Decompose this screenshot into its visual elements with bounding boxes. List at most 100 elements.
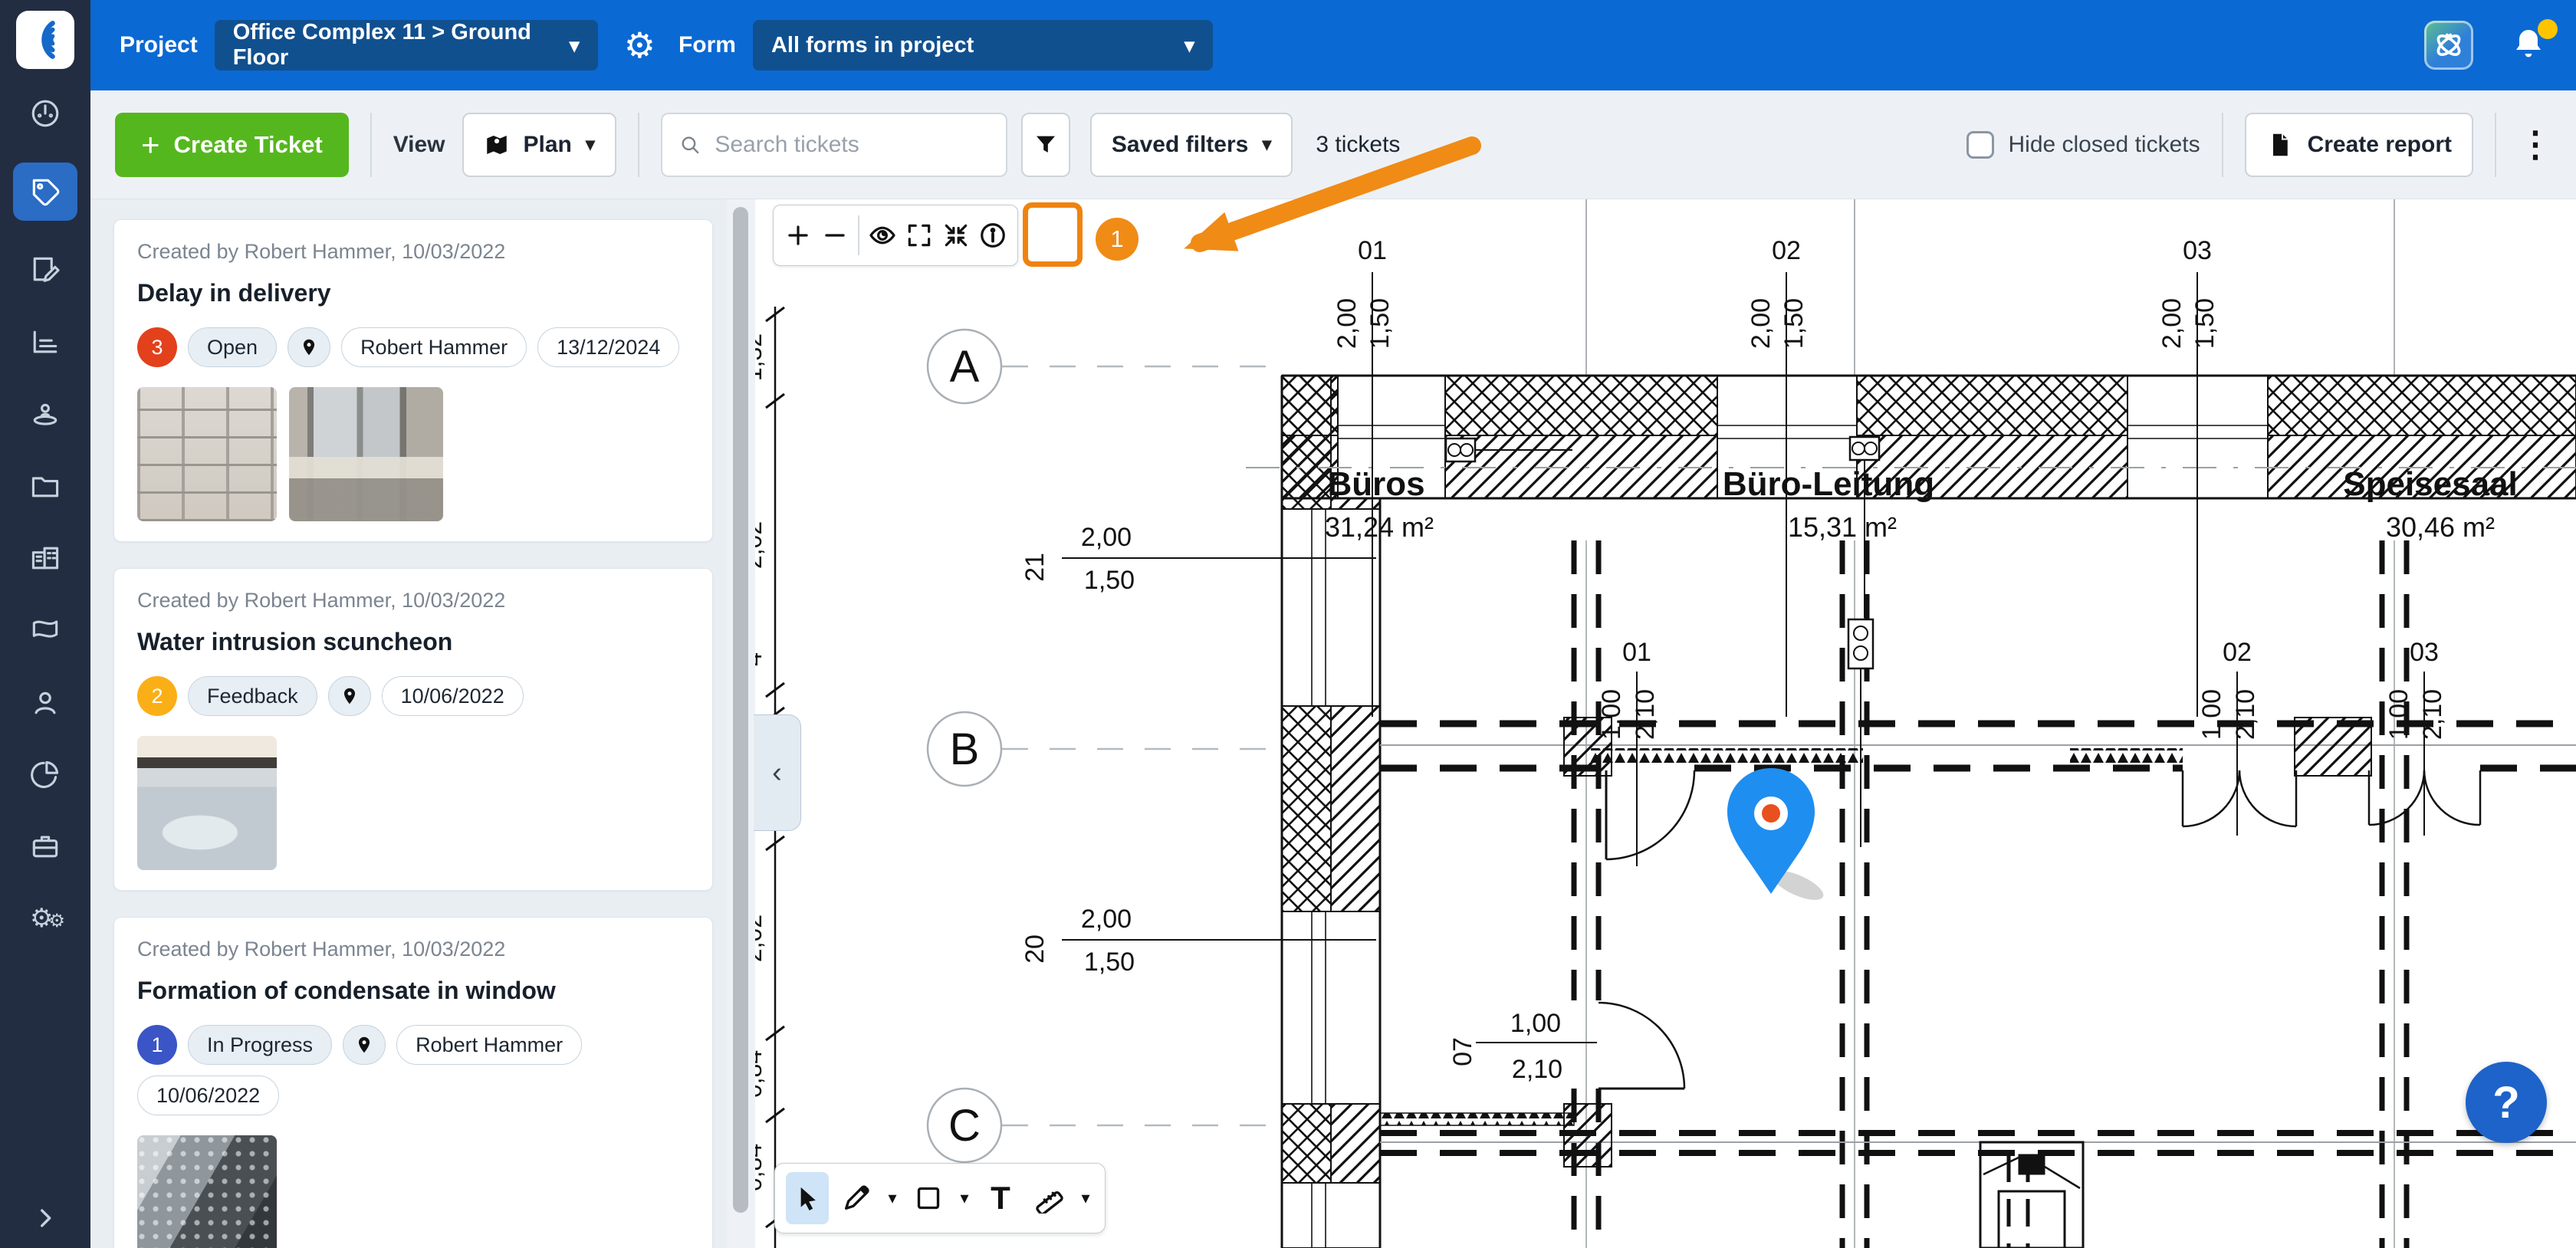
view-selector[interactable]: Plan ▾ (462, 113, 616, 177)
sidebar-item-settings[interactable]: ⚙⚙ (13, 895, 77, 941)
ticket-title: Formation of condensate in window (137, 977, 689, 1005)
saved-filters-button[interactable]: Saved filters ▾ (1090, 113, 1293, 177)
help-button[interactable]: ? (2466, 1062, 2547, 1143)
divider (370, 113, 372, 177)
hide-closed-toggle[interactable]: Hide closed tickets (1967, 131, 2200, 159)
sidebar-item-dashboard[interactable] (13, 90, 77, 136)
door-label: 03 (2410, 638, 2439, 667)
ticket-list-panel: Created by Robert Hammer, 10/03/2022 Del… (90, 199, 727, 1248)
dim-chain-label: 0,84 (755, 1144, 767, 1191)
create-report-button[interactable]: PDF Create report (2245, 113, 2473, 177)
project-selector[interactable]: Office Complex 11 > Ground Floor ▾ (215, 20, 598, 71)
ticket-card[interactable]: Created by Robert Hammer, 10/03/2022 Wat… (113, 568, 713, 891)
folder-icon (28, 469, 62, 503)
chevron-down-icon: ▾ (1184, 34, 1194, 57)
plan-info-button[interactable] (974, 210, 1011, 261)
sidebar-expand-button[interactable] (0, 1205, 90, 1231)
fullscreen-button[interactable] (901, 210, 938, 261)
filter-button[interactable] (1021, 113, 1070, 177)
measure-tool-button[interactable] (1028, 1172, 1071, 1224)
room-area: 31,24 m² (1325, 511, 1434, 543)
ticket-created: Created by Robert Hammer, 10/03/2022 (137, 589, 689, 613)
fit-to-screen-button[interactable] (938, 210, 974, 261)
sidebar-item-flags[interactable] (13, 607, 77, 653)
sidebar-item-reports[interactable] (13, 751, 77, 797)
window-dim: 1,50 (1779, 298, 1809, 349)
minus-icon (820, 221, 849, 250)
visibility-button[interactable] (864, 210, 901, 261)
sidebar: ⚙⚙ (0, 0, 90, 1248)
plan-connect-button[interactable] (2424, 21, 2473, 70)
ticket-badges: 1 In Progress Robert Hammer (137, 1025, 689, 1065)
photo-thumbnail-brick-wall[interactable] (137, 387, 277, 521)
project-settings-gear-icon[interactable]: ⚙ (624, 28, 656, 63)
door-dim: 1,00 (1510, 1009, 1561, 1038)
photo-thumbnail-condensate[interactable] (137, 1135, 277, 1248)
location-pill[interactable] (343, 1025, 386, 1065)
shape-tool-dropdown[interactable]: ▾ (956, 1188, 973, 1208)
pen-icon (841, 1183, 872, 1214)
ticket-thumbnails (137, 736, 689, 870)
shape-tool-button[interactable] (907, 1172, 950, 1224)
eye-icon (868, 221, 897, 250)
ticket-pin-marker[interactable] (1727, 768, 1827, 906)
funnel-icon (1033, 132, 1059, 158)
checkbox[interactable] (1967, 131, 1994, 159)
room-area: 15,31 m² (1788, 511, 1897, 543)
list-scrollbar-thumb[interactable] (733, 207, 748, 1213)
assignee-pill: Robert Hammer (341, 327, 527, 367)
chevron-down-icon: ▾ (586, 133, 595, 156)
priority-badge: 2 (137, 676, 177, 716)
more-options-button[interactable]: ⋮ (2518, 134, 2551, 156)
room-name: Büro-Leitung (1723, 465, 1934, 503)
ticket-card[interactable]: Created by Robert Hammer, 10/03/2022 Del… (113, 219, 713, 542)
sidebar-item-workspace[interactable] (13, 823, 77, 869)
text-tool-button[interactable]: T (979, 1172, 1022, 1224)
form-label: Form (678, 32, 736, 58)
sidebar-item-documents[interactable] (13, 463, 77, 509)
location-pill[interactable] (328, 676, 371, 716)
logo-icon (23, 18, 67, 62)
room-name: Speisesaal (2343, 465, 2518, 503)
zoom-out-button[interactable] (816, 210, 853, 261)
door-dim: 1,00 (2197, 689, 2226, 740)
dim-chain-label: 1,32 (755, 333, 767, 381)
tutorial-step-badge: 1 (1096, 218, 1138, 261)
due-date-pill: 10/06/2022 (137, 1076, 279, 1115)
sidebar-item-forms[interactable] (13, 247, 77, 293)
collapse-panel-button[interactable]: ‹ (754, 714, 801, 831)
app-logo[interactable] (16, 11, 74, 69)
project-selector-value: Office Complex 11 > Ground Floor (233, 20, 548, 71)
window-label: 02 (1772, 236, 1801, 265)
sidebar-item-contacts[interactable] (13, 679, 77, 725)
annotation-toolbar: ▾ ▾ T ▾ (774, 1163, 1106, 1233)
door-label: 02 (2223, 638, 2252, 667)
photo-thumbnail-office-window[interactable] (289, 387, 443, 521)
select-tool-button[interactable] (786, 1172, 829, 1224)
grid-row-label: B (950, 724, 980, 774)
measure-tool-dropdown[interactable]: ▾ (1077, 1188, 1094, 1208)
location-pill[interactable] (288, 327, 330, 367)
form-selector[interactable]: All forms in project ▾ (753, 20, 1213, 71)
create-ticket-button[interactable]: + Create Ticket (115, 113, 349, 177)
create-report-label: Create report (2308, 132, 2452, 158)
door-label: 07 (1448, 1037, 1477, 1066)
plan-viewport[interactable]: 1,32 2,02 4 0,84 2,02 0,84 0,84 (755, 199, 2576, 1248)
map-pin-icon (299, 337, 319, 357)
sidebar-item-statistics[interactable] (13, 319, 77, 365)
chevron-right-icon (32, 1205, 58, 1231)
status-badge: In Progress (188, 1025, 332, 1065)
ticket-card[interactable]: Created by Robert Hammer, 10/03/2022 For… (113, 917, 713, 1248)
sidebar-item-projects[interactable] (13, 535, 77, 581)
search-input[interactable] (713, 131, 989, 159)
search-icon (679, 133, 701, 157)
dim-chain-label: 2,02 (755, 915, 767, 962)
sidebar-item-site[interactable] (13, 391, 77, 437)
fullscreen-icon (905, 221, 934, 250)
draw-tool-dropdown[interactable]: ▾ (884, 1188, 901, 1208)
photo-thumbnail-water[interactable] (137, 736, 277, 870)
zoom-in-button[interactable] (780, 210, 816, 261)
draw-tool-button[interactable] (835, 1172, 878, 1224)
notifications-button[interactable] (2510, 25, 2550, 65)
sidebar-item-tickets[interactable] (13, 163, 77, 221)
